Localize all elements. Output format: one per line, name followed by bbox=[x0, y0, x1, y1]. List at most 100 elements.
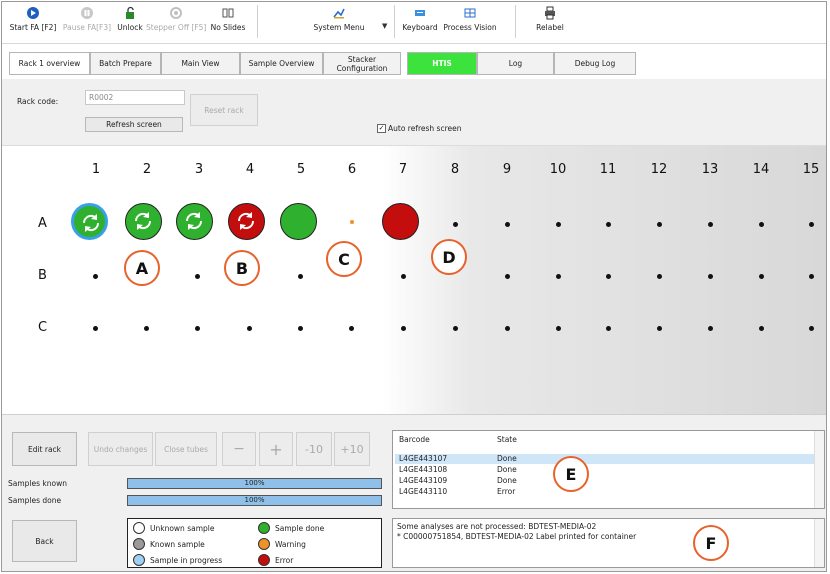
unlock-label: Unlock bbox=[117, 23, 143, 32]
column-number: 4 bbox=[245, 162, 255, 177]
sample-b9[interactable] bbox=[505, 274, 510, 279]
sample-c11[interactable] bbox=[606, 326, 611, 331]
sample-b11[interactable] bbox=[606, 274, 611, 279]
sample-a2-done[interactable] bbox=[125, 203, 162, 240]
tab-debug-log[interactable]: Debug Log bbox=[554, 52, 636, 75]
sample-c2[interactable] bbox=[144, 326, 149, 331]
reset-rack-button[interactable]: Reset rack bbox=[190, 94, 258, 126]
tab-log[interactable]: Log bbox=[477, 52, 554, 75]
table-row[interactable]: L4GE443108 Done bbox=[395, 465, 815, 475]
plus-button[interactable]: + bbox=[259, 432, 293, 466]
legend: Unknown sample Known sample Sample in pr… bbox=[127, 518, 382, 568]
tab-sample-overview[interactable]: Sample Overview bbox=[240, 52, 323, 75]
system-menu-button[interactable]: System Menu bbox=[310, 4, 368, 41]
tab-batch-prepare[interactable]: Batch Prepare bbox=[90, 52, 161, 75]
sample-a13[interactable] bbox=[708, 222, 713, 227]
sample-c5[interactable] bbox=[298, 326, 303, 331]
system-menu-dropdown-icon[interactable]: ▼ bbox=[382, 22, 387, 30]
process-vision-button[interactable]: Process Vision bbox=[442, 4, 498, 41]
list-scrollbar[interactable] bbox=[814, 431, 824, 508]
minus-button[interactable]: − bbox=[222, 432, 256, 466]
minus-ten-button[interactable]: -10 bbox=[296, 432, 332, 466]
sample-b13[interactable] bbox=[708, 274, 713, 279]
table-row[interactable]: L4GE443109 Done bbox=[395, 476, 815, 486]
tab-rack-1-overview[interactable]: Rack 1 overview bbox=[9, 52, 90, 75]
back-button[interactable]: Back bbox=[12, 520, 77, 562]
keyboard-button[interactable]: Keyboard bbox=[400, 4, 440, 41]
sample-a7-error[interactable] bbox=[382, 203, 419, 240]
sample-a1-in-progress[interactable] bbox=[71, 203, 108, 240]
message-box[interactable]: Some analyses are not processed: BDTEST-… bbox=[392, 518, 825, 568]
tab-htis[interactable]: HTIS bbox=[407, 52, 477, 75]
relabel-button[interactable]: Relabel bbox=[532, 4, 568, 41]
legend-label: Sample done bbox=[275, 523, 325, 533]
keyboard-label: Keyboard bbox=[402, 23, 438, 32]
annotation-a: A bbox=[124, 250, 160, 286]
sample-a8[interactable] bbox=[453, 222, 458, 227]
refresh-icon bbox=[237, 212, 255, 230]
start-fa-button[interactable]: Start FA [F2] bbox=[8, 4, 58, 41]
sample-b14[interactable] bbox=[759, 274, 764, 279]
table-row[interactable]: L4GE443107 Done bbox=[395, 454, 815, 464]
printer-icon bbox=[545, 6, 555, 20]
sample-c15[interactable] bbox=[809, 326, 814, 331]
sample-a12[interactable] bbox=[657, 222, 662, 227]
sample-c7[interactable] bbox=[401, 326, 406, 331]
undo-changes-button[interactable]: Undo changes bbox=[88, 432, 153, 466]
sample-a6-warning[interactable] bbox=[350, 220, 354, 224]
refresh-icon bbox=[134, 212, 152, 230]
sample-c4[interactable] bbox=[247, 326, 252, 331]
sample-b5[interactable] bbox=[298, 274, 303, 279]
stepper-off-button[interactable]: Stepper Off [F5] bbox=[146, 4, 206, 41]
sample-a11[interactable] bbox=[606, 222, 611, 227]
sample-c1[interactable] bbox=[93, 326, 98, 331]
sample-b10[interactable] bbox=[556, 274, 561, 279]
state-header: State bbox=[497, 435, 517, 444]
sample-b12[interactable] bbox=[657, 274, 662, 279]
auto-refresh-checkbox[interactable]: ✓ bbox=[377, 124, 386, 133]
table-row[interactable]: L4GE443110 Error bbox=[395, 487, 815, 497]
tab-bar: Rack 1 overview Batch Prepare Main View … bbox=[2, 43, 826, 78]
legend-label: Warning bbox=[275, 539, 306, 549]
refresh-screen-button[interactable]: Refresh screen bbox=[85, 117, 183, 132]
column-number: 13 bbox=[701, 162, 719, 177]
row-label: B bbox=[38, 268, 47, 283]
edit-rack-button[interactable]: Edit rack bbox=[12, 432, 77, 466]
sample-a9[interactable] bbox=[505, 222, 510, 227]
tab-stacker-configuration[interactable]: Stacker Configuration bbox=[323, 52, 401, 75]
sample-a3-done[interactable] bbox=[176, 203, 213, 240]
sample-a5-done[interactable] bbox=[280, 203, 317, 240]
sample-c13[interactable] bbox=[708, 326, 713, 331]
sample-c10[interactable] bbox=[556, 326, 561, 331]
no-slides-button[interactable]: No Slides bbox=[208, 4, 248, 41]
message-line: Some analyses are not processed: BDTEST-… bbox=[397, 522, 597, 531]
sample-c12[interactable] bbox=[657, 326, 662, 331]
sample-list[interactable]: Barcode State L4GE443107 Done L4GE443108 D… bbox=[392, 430, 825, 509]
sample-c6[interactable] bbox=[349, 326, 354, 331]
column-number: 15 bbox=[802, 162, 820, 177]
rack-code-input[interactable]: R0002 bbox=[85, 90, 185, 105]
column-number: 10 bbox=[549, 162, 567, 177]
sample-b1[interactable] bbox=[93, 274, 98, 279]
unlock-button[interactable]: Unlock bbox=[116, 4, 144, 41]
sample-c14[interactable] bbox=[759, 326, 764, 331]
legend-swatch bbox=[133, 554, 145, 566]
sample-b3[interactable] bbox=[195, 274, 200, 279]
state-cell: Error bbox=[497, 487, 516, 496]
sample-c9[interactable] bbox=[505, 326, 510, 331]
close-tubes-button[interactable]: Close tubes bbox=[155, 432, 217, 466]
legend-label: Known sample bbox=[150, 539, 205, 549]
sample-b15[interactable] bbox=[809, 274, 814, 279]
sample-c8[interactable] bbox=[453, 326, 458, 331]
sample-a14[interactable] bbox=[759, 222, 764, 227]
sample-a4-error[interactable] bbox=[228, 203, 265, 240]
pause-fa-button[interactable]: Pause FA[F3] bbox=[60, 4, 114, 41]
message-scrollbar[interactable] bbox=[814, 519, 824, 567]
sample-c3[interactable] bbox=[195, 326, 200, 331]
plus-ten-button[interactable]: +10 bbox=[334, 432, 370, 466]
tab-main-view[interactable]: Main View bbox=[161, 52, 240, 75]
sample-b7[interactable] bbox=[401, 274, 406, 279]
sample-a15[interactable] bbox=[809, 222, 814, 227]
sample-a10[interactable] bbox=[556, 222, 561, 227]
toolbar-separator bbox=[394, 5, 395, 38]
